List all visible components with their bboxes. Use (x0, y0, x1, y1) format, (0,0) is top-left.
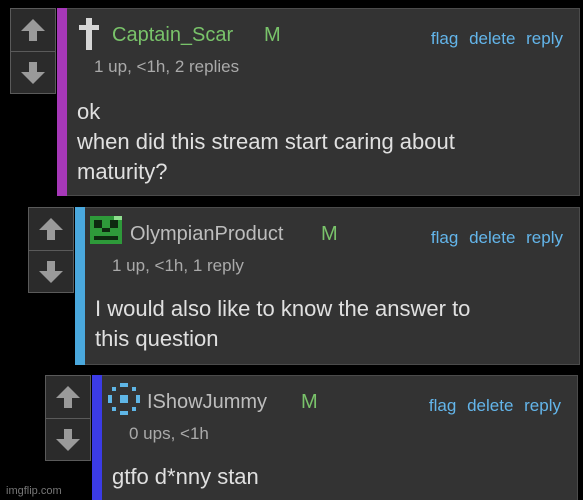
mod-badge: M (301, 391, 318, 413)
comment-body-line: this question (95, 326, 219, 351)
upvote-arrow-icon[interactable] (46, 376, 90, 419)
downvote-arrow-icon[interactable] (46, 419, 90, 461)
delete-link[interactable]: delete (469, 29, 515, 48)
comment-meta: 1 up, <1h, 2 replies (94, 57, 240, 76)
delete-link[interactable]: delete (469, 228, 515, 247)
pixel-face-icon (90, 216, 122, 249)
vote-box (10, 8, 56, 94)
comment-actions: flag delete reply (423, 396, 561, 416)
comment-body-line: I would also like to know the answer to (95, 296, 471, 321)
comment-body: ok when did this stream start caring abo… (77, 97, 455, 187)
reply-link[interactable]: reply (526, 228, 563, 247)
comment-actions: flag delete reply (425, 29, 563, 49)
reply-link[interactable]: reply (524, 396, 561, 415)
comment-card: OlympianProduct M flag delete reply 1 up… (85, 207, 580, 365)
comment-body-line: ok (77, 99, 101, 124)
flag-link[interactable]: flag (429, 396, 456, 415)
mod-badge: M (321, 223, 338, 245)
comment-body-line: maturity? (77, 159, 168, 184)
cross-icon (77, 18, 101, 55)
comment-meta: 0 ups, <1h (129, 424, 209, 443)
username[interactable]: Captain_Scar (112, 24, 233, 47)
delete-link[interactable]: delete (467, 396, 513, 415)
username[interactable]: OlympianProduct (130, 223, 283, 246)
username[interactable]: IShowJummy (147, 391, 267, 414)
watermark: imgflip.com (6, 485, 62, 497)
mod-badge: M (264, 24, 281, 46)
thread-accent-bar (57, 8, 67, 196)
comment-body: I would also like to know the answer to … (95, 294, 470, 354)
comment-meta: 1 up, <1h, 1 reply (112, 256, 244, 275)
comment-actions: flag delete reply (425, 228, 563, 248)
reply-link[interactable]: reply (526, 29, 563, 48)
vote-box (45, 375, 91, 461)
flag-link[interactable]: flag (431, 29, 458, 48)
vote-box (28, 207, 74, 293)
downvote-arrow-icon[interactable] (11, 52, 55, 94)
comment-body-line: when did this stream start caring about (77, 129, 455, 154)
upvote-arrow-icon[interactable] (29, 208, 73, 251)
comment-card: Captain_Scar M flag delete reply 1 up, <… (67, 8, 580, 196)
comment-body: gtfo d*nny stan (112, 462, 259, 492)
pixel-ring-icon (108, 383, 140, 420)
comment-body-line: gtfo d*nny stan (112, 464, 259, 489)
thread-accent-bar (92, 375, 102, 500)
upvote-arrow-icon[interactable] (11, 9, 55, 52)
downvote-arrow-icon[interactable] (29, 251, 73, 293)
flag-link[interactable]: flag (431, 228, 458, 247)
comment-card: IShowJummy M flag delete reply 0 ups, <1… (102, 375, 578, 500)
thread-accent-bar (75, 207, 85, 365)
